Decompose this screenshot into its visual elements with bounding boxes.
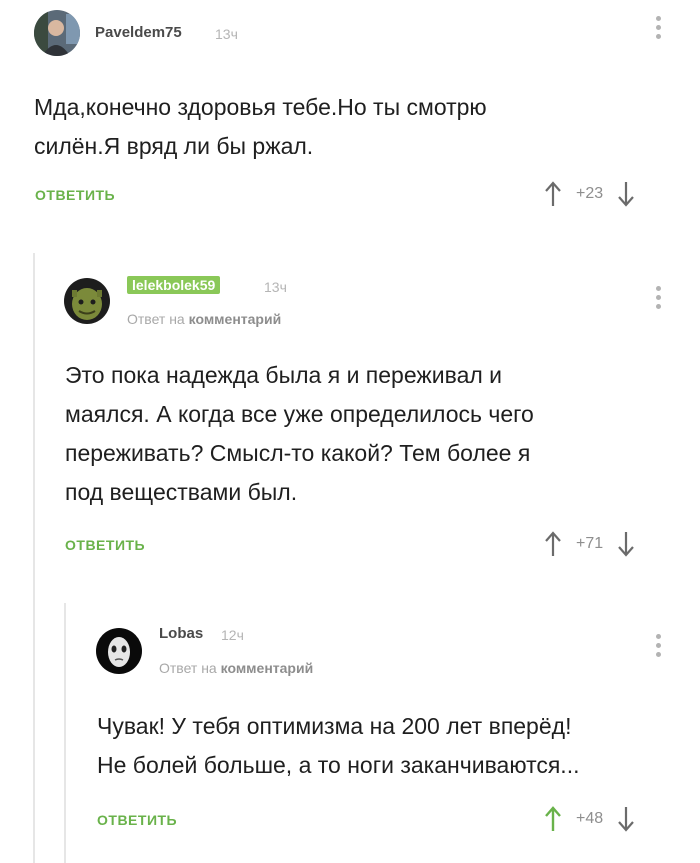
comment-text-line: силён.Я вряд ли бы ржал. [34,133,314,159]
downvote-arrow-icon[interactable] [617,181,635,207]
vote-controls: +71 [544,531,635,557]
timestamp: 13ч [215,26,238,42]
reply-to-prefix: Ответ на [127,311,185,327]
reply-button[interactable]: ОТВЕТИТЬ [35,187,115,203]
vote-score: +48 [576,810,604,827]
comment-text-line: Чувак! У тебя оптимизма на 200 лет вперё… [97,713,572,739]
more-options-icon[interactable] [656,634,662,661]
more-options-icon[interactable] [656,286,662,313]
comment-text-line: под веществами был. [65,479,298,505]
comment-text: Чувак! У тебя оптимизма на 200 лет вперё… [97,707,692,785]
more-options-icon[interactable] [656,16,662,43]
vote-controls: +48 [544,806,635,832]
upvote-arrow-icon[interactable] [544,531,562,557]
comment-text-line: маялся. А когда все уже определилось чег… [65,401,534,427]
downvote-arrow-icon[interactable] [617,806,635,832]
timestamp: 13ч [264,279,287,295]
reply-to-target[interactable]: комментарий [221,660,314,676]
reply-button[interactable]: ОТВЕТИТЬ [65,537,145,553]
reply-button[interactable]: ОТВЕТИТЬ [97,812,177,828]
avatar[interactable] [34,10,80,56]
upvote-arrow-icon[interactable] [544,806,562,832]
avatar[interactable] [64,278,110,324]
comment-text: Мда,конечно здоровья тебе.Но ты смотрю с… [34,88,674,166]
username-badge[interactable]: lelekbolek59 [127,276,221,294]
username[interactable]: Lobas [159,625,203,642]
timestamp: 12ч [221,627,244,643]
comment-text-line: Не болей больше, а то ноги заканчиваются… [97,752,580,778]
comment-text-line: Это пока надежда была я и переживал и [65,362,503,388]
comment-text: Это пока надежда была я и переживал и ма… [65,356,685,512]
thread-line[interactable] [64,603,66,863]
downvote-arrow-icon[interactable] [617,531,635,557]
reply-to-prefix: Ответ на [159,660,217,676]
comment-text-line: переживать? Смысл-то какой? Тем более я [65,440,531,466]
vote-score: +23 [576,185,604,202]
thread-line[interactable] [33,253,35,863]
avatar[interactable] [96,628,142,674]
comment-text-line: Мда,конечно здоровья тебе.Но ты смотрю [34,94,487,120]
vote-score: +71 [576,535,604,552]
upvote-arrow-icon[interactable] [544,181,562,207]
reply-to-link[interactable]: Ответ на комментарий [127,311,281,327]
username[interactable]: Paveldem75 [95,24,182,41]
vote-controls: +23 [544,181,635,207]
reply-to-target[interactable]: комментарий [189,311,282,327]
reply-to-link[interactable]: Ответ на комментарий [159,660,313,676]
